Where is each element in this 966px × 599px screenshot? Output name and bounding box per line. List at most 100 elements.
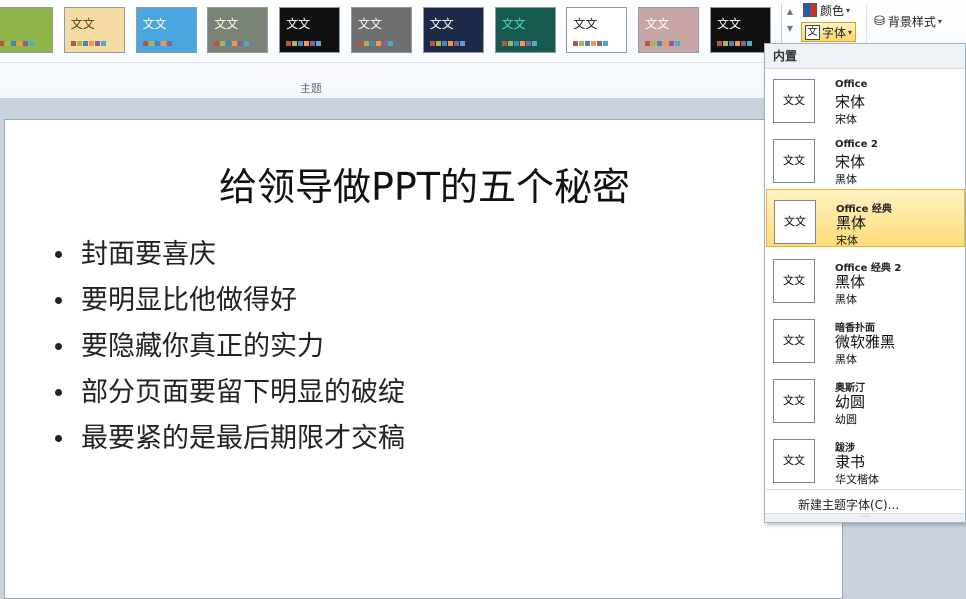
bullet-dot-icon: [55, 435, 62, 442]
colors-button[interactable]: 颜色 ▾: [803, 1, 850, 19]
font-preview-icon: 文文: [773, 79, 815, 123]
gallery-up-button[interactable]: ▲: [782, 3, 798, 20]
bullet-text: 封面要喜庆: [81, 239, 216, 270]
bullet-dot-icon: [55, 389, 62, 396]
theme-thumbnail-label: 文文: [358, 17, 383, 31]
theme-font-item[interactable]: 文文 Office 经典 2 黑体 黑体: [766, 249, 965, 307]
palette-icon: [803, 3, 817, 17]
font-preview-icon: 文文: [773, 259, 815, 303]
theme-thumbnail-label: 文文: [645, 17, 670, 31]
body-font-name: 黑体: [835, 293, 857, 306]
menu-separator: [766, 489, 964, 490]
theme-thumbnail[interactable]: 文文: [494, 7, 556, 53]
theme-thumbnail[interactable]: 文文: [422, 7, 484, 53]
heading-font-name: 黑体: [835, 273, 866, 291]
theme-thumbnail[interactable]: 文文: [63, 7, 125, 53]
chevron-down-icon: ▾: [848, 27, 853, 37]
group-separator: [0, 62, 800, 63]
fonts-button[interactable]: 文 字体 ▾: [801, 22, 857, 42]
theme-swatches: [573, 41, 609, 46]
theme-font-item[interactable]: 文文 暗香扑面 微软雅黑 黑体: [766, 309, 965, 367]
theme-swatches: [645, 41, 681, 46]
slide[interactable]: 给领导做PPT的五个秘密 封面要喜庆要明显比他做得好要隐藏你真正的实力部分页面要…: [4, 119, 843, 599]
gallery-down-button[interactable]: ▼: [782, 20, 798, 37]
bullet-item[interactable]: 最要紧的是最后期限才交稿: [53, 416, 405, 462]
theme-thumbnail-label: 文文: [501, 17, 526, 31]
font-preview-glyph: 文文: [784, 215, 806, 228]
font-preview-glyph: 文文: [783, 94, 805, 107]
theme-swatches: [0, 41, 34, 46]
bullet-item[interactable]: 部分页面要留下明显的破绽: [53, 370, 405, 416]
font-preview-glyph: 文文: [783, 454, 805, 467]
bullet-item[interactable]: 要隐藏你真正的实力: [53, 324, 405, 370]
font-preview-icon: 文文: [774, 200, 816, 244]
theme-thumbnail-label: 文文: [214, 17, 239, 31]
slide-title[interactable]: 给领导做PPT的五个秘密: [5, 156, 844, 211]
fonts-label: 字体: [822, 25, 847, 40]
theme-thumbnail[interactable]: 文文: [207, 7, 269, 53]
bullet-list[interactable]: 封面要喜庆要明显比他做得好要隐藏你真正的实力部分页面要留下明显的破绽 最要紧的是最…: [53, 232, 405, 462]
theme-gallery: 文文 文文 文文 文文 文文 文文 文文 文文 文文 文文: [0, 3, 800, 59]
bullet-text: 最要紧的是最后期限才交稿: [81, 423, 405, 454]
theme-thumbnail[interactable]: 文文: [279, 7, 341, 53]
theme-thumbnail[interactable]: 文文: [135, 7, 197, 53]
theme-font-item[interactable]: 文文 Office 宋体 宋体: [766, 69, 965, 127]
body-font-name: 黑体: [835, 173, 857, 186]
font-icon: 文: [805, 24, 820, 40]
bullet-dot-icon: [55, 343, 62, 350]
theme-font-item[interactable]: 文文 跋涉 隶书 华文楷体: [766, 429, 965, 487]
theme-thumbnail[interactable]: 文文: [566, 7, 628, 53]
theme-swatches: [286, 41, 322, 46]
body-font-name: 宋体: [836, 234, 858, 247]
font-theme-name: Office: [835, 79, 868, 90]
background-style-label: 背景样式: [887, 14, 936, 29]
heading-font-name: 微软雅黑: [835, 333, 896, 351]
theme-font-item[interactable]: 文文 Office 经典 黑体 宋体: [766, 189, 965, 247]
theme-thumbnail-label: 文文: [717, 17, 742, 31]
font-theme-name: Office 2: [835, 139, 878, 150]
font-preview-icon: 文文: [773, 439, 815, 483]
bullet-item[interactable]: 封面要喜庆: [53, 232, 405, 278]
heading-font-name: 幼圆: [835, 393, 866, 411]
font-preview-icon: 文文: [773, 379, 815, 423]
heading-font-name: 隶书: [835, 453, 866, 471]
theme-thumbnail-label: 文文: [573, 17, 598, 31]
theme-swatches: [142, 41, 178, 46]
theme-swatches: [429, 41, 465, 46]
colors-label: 颜色: [820, 3, 845, 18]
themes-group-label: 主题: [300, 82, 322, 95]
bullet-text: 部分页面要留下明显的破绽: [81, 377, 405, 408]
bullet-item[interactable]: 要明显比他做得好: [53, 278, 405, 324]
background-style-button[interactable]: ⛁ 背景样式 ▾: [874, 12, 942, 30]
theme-thumbnail[interactable]: [0, 7, 53, 53]
paint-bucket-icon: ⛁: [874, 13, 885, 29]
font-preview-glyph: 文文: [783, 274, 805, 287]
body-font-name: 宋体: [835, 113, 857, 126]
font-preview-glyph: 文文: [783, 394, 805, 407]
theme-thumbnail-label: 文文: [429, 17, 454, 31]
theme-font-item[interactable]: 文文 奥斯汀 幼圆 幼圆: [766, 369, 965, 427]
bullet-text: 要明显比他做得好: [81, 285, 297, 316]
theme-fonts-dropdown: 内置 文文 Office 宋体 宋体 文文 Office 2 宋体 黑体 文文 Office 经典…: [764, 43, 966, 523]
new-theme-fonts-command[interactable]: 新建主题字体(C)...: [798, 496, 899, 513]
font-preview-icon: 文文: [773, 139, 815, 183]
heading-font-name: 黑体: [836, 214, 867, 232]
theme-swatches: [717, 41, 752, 46]
body-font-name: 幼圆: [835, 413, 857, 426]
menu-section-header: 内置: [765, 44, 965, 69]
theme-thumbnail-label: 文文: [70, 17, 95, 31]
font-preview-icon: 文文: [773, 319, 815, 363]
theme-swatches: [358, 41, 393, 46]
theme-thumbnail-label: 文文: [142, 17, 167, 31]
font-preview-glyph: 文文: [783, 154, 805, 167]
heading-font-name: 宋体: [835, 153, 866, 171]
theme-thumbnail-label: 文文: [286, 17, 311, 31]
resize-grip[interactable]: ····: [765, 513, 965, 522]
theme-thumbnail[interactable]: 文文: [351, 7, 412, 53]
theme-thumbnail[interactable]: 文文: [638, 7, 700, 53]
font-preview-glyph: 文文: [783, 334, 805, 347]
chevron-down-icon: ▾: [846, 5, 851, 15]
theme-font-item[interactable]: 文文 Office 2 宋体黑体: [766, 129, 965, 187]
theme-swatches: [501, 41, 537, 46]
theme-thumbnail[interactable]: 文文: [710, 7, 771, 53]
